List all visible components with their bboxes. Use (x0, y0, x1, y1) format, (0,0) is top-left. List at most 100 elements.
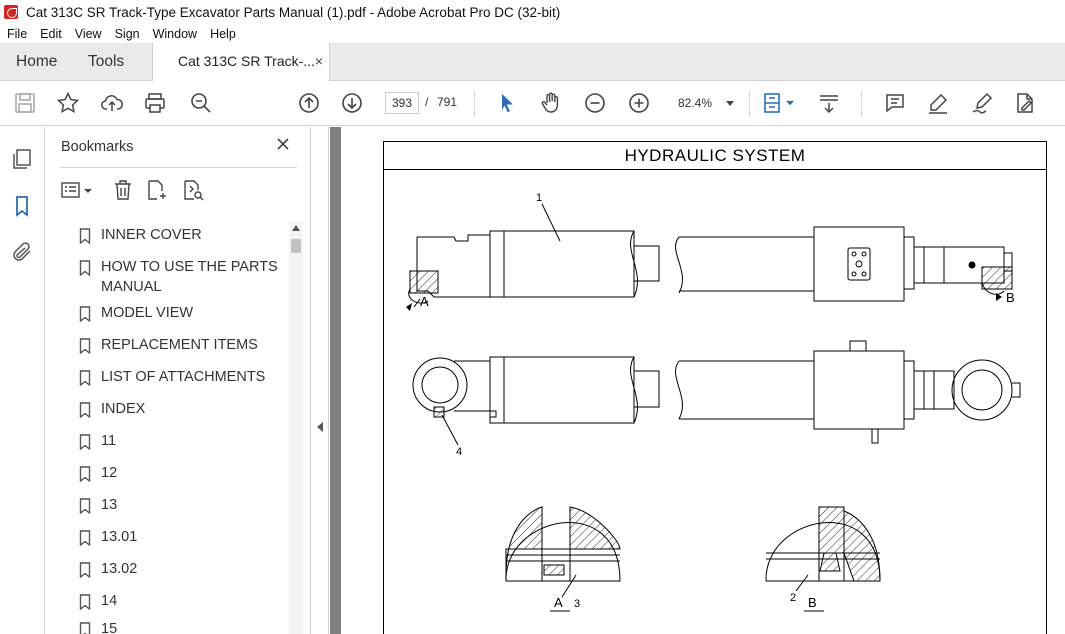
toolbar-divider (749, 91, 750, 116)
bookmark-icon (79, 338, 91, 354)
bookmark-icon (79, 402, 91, 418)
page-number-input[interactable]: 393 (385, 92, 419, 114)
title-bar: Cat 313C SR Track-Type Excavator Parts M… (0, 0, 1065, 24)
callout-4: 4 (456, 446, 462, 458)
zoom-search-icon[interactable] (189, 91, 213, 115)
callout-1: 1 (536, 192, 542, 204)
bookmark-icon (79, 466, 91, 482)
new-bookmark-icon[interactable] (145, 178, 169, 202)
bookmark-label: MODEL VIEW (101, 305, 194, 321)
bookmark-icon (79, 434, 91, 450)
bookmark-icon (79, 530, 91, 546)
tab-home[interactable]: Home (16, 43, 57, 80)
menu-view[interactable]: View (68, 27, 108, 41)
comment-icon[interactable] (883, 91, 907, 115)
previous-page-icon[interactable] (297, 91, 321, 115)
zoom-level-select[interactable]: 82.4% (670, 92, 742, 114)
menu-sign[interactable]: Sign (108, 27, 146, 41)
toolbar: 393 / 791 82.4% (0, 81, 1065, 126)
tab-bar: Home Tools Cat 313C SR Track-... × (0, 43, 1065, 81)
page-total: 791 (437, 95, 458, 109)
next-page-icon[interactable] (340, 91, 364, 115)
bookmark-icon (79, 498, 91, 514)
zoom-in-icon[interactable] (627, 91, 651, 115)
document-tab-label: Cat 313C SR Track-... (178, 53, 315, 69)
bookmark-options-icon[interactable] (60, 178, 96, 202)
highlight-pen-icon[interactable] (926, 91, 950, 115)
bookmark-icon (79, 260, 91, 276)
bookmark-icon (79, 370, 91, 386)
page-display-icon[interactable] (762, 91, 798, 115)
bookmarks-title: Bookmarks (61, 139, 134, 155)
upload-cloud-icon[interactable] (100, 91, 124, 115)
menu-window[interactable]: Window (146, 27, 203, 41)
bookmark-icon (79, 594, 91, 610)
find-bookmark-icon[interactable] (181, 178, 205, 202)
tab-document[interactable]: Cat 313C SR Track-... × (152, 43, 330, 81)
tab-tools[interactable]: Tools (88, 43, 124, 80)
detail-label-a: A (420, 294, 429, 309)
bookmark-label: INNER COVER (101, 227, 202, 243)
select-cursor-icon[interactable] (495, 91, 519, 115)
scroll-thumb[interactable] (291, 239, 301, 253)
bookmarks-divider (60, 167, 297, 168)
acrobat-icon (4, 5, 18, 19)
left-rail (0, 127, 45, 634)
menu-edit[interactable]: Edit (33, 27, 68, 41)
bookmark-label: REPLACEMENT ITEMS (101, 337, 258, 353)
section-label-a: A (554, 595, 563, 610)
collapse-arrow-icon[interactable] (317, 422, 323, 432)
bookmark-icon (79, 306, 91, 322)
bookmark-label: 15 (101, 621, 118, 634)
menu-file[interactable]: File (0, 27, 33, 41)
bookmark-label: HOW TO USE THE PARTS MANUAL (101, 259, 278, 295)
save-icon[interactable] (13, 91, 37, 115)
toolbar-divider (861, 91, 862, 116)
drawing-title: HYDRAULIC SYSTEM (384, 142, 1046, 170)
attachment-paperclip-icon[interactable] (10, 240, 34, 264)
detail-label-b: B (1006, 290, 1015, 305)
chevron-down-icon (726, 101, 734, 106)
drawing-frame: HYDRAULIC SYSTEM 1 4 3 2 A B A B (383, 141, 1047, 634)
bookmark-panel-icon[interactable] (10, 194, 34, 218)
bookmark-label: 13.01 (101, 529, 138, 545)
page-separator: / (425, 95, 429, 109)
star-icon[interactable] (56, 91, 80, 115)
callout-2: 2 (790, 592, 796, 604)
pdf-page: HYDRAULIC SYSTEM 1 4 3 2 A B A B (341, 127, 1065, 634)
hydraulic-cylinder-drawing: 1 4 3 2 A B A B (406, 192, 1021, 612)
bookmark-icon (79, 228, 91, 244)
bookmark-label: 12 (101, 465, 118, 481)
zoom-out-icon[interactable] (583, 91, 607, 115)
scroll-mode-icon[interactable] (817, 91, 841, 115)
bookmark-icon (79, 562, 91, 578)
close-panel-icon[interactable] (275, 136, 291, 152)
bookmark-label: 13 (101, 497, 118, 513)
bookmark-label: INDEX (101, 401, 146, 417)
share-edit-icon[interactable] (1013, 91, 1037, 115)
bookmark-label: 13.02 (101, 561, 138, 577)
page-thumbnails-icon[interactable] (10, 147, 34, 171)
document-view[interactable]: HYDRAULIC SYSTEM 1 4 3 2 A B A B (330, 127, 1065, 634)
scroll-up-icon[interactable] (292, 225, 300, 231)
hand-tool-icon[interactable] (539, 91, 563, 115)
bookmark-label: LIST OF ATTACHMENTS (101, 369, 266, 385)
menu-help[interactable]: Help (203, 27, 242, 41)
bookmarks-panel: Bookmarks INNER COVER HOW TO USE THE PAR… (46, 127, 311, 634)
section-label-b: B (808, 595, 817, 610)
bookmark-label: 11 (101, 433, 117, 449)
window-title: Cat 313C SR Track-Type Excavator Parts M… (26, 4, 561, 20)
bookmark-scrollbar[interactable] (289, 221, 303, 634)
menu-bar: File Edit View Sign Window Help (0, 24, 1065, 43)
bookmark-list: INNER COVER HOW TO USE THE PARTS MANUAL … (46, 221, 289, 634)
zoom-level-value: 82.4% (678, 96, 713, 110)
toolbar-divider (474, 91, 475, 116)
callout-3: 3 (574, 598, 580, 610)
close-tab-icon[interactable]: × (315, 53, 323, 69)
print-icon[interactable] (143, 91, 167, 115)
delete-bookmark-icon[interactable] (111, 178, 135, 202)
bookmark-label: 14 (101, 593, 118, 609)
bookmark-icon (79, 622, 91, 634)
sign-pen-icon[interactable] (970, 91, 994, 115)
panel-collapse-strip[interactable] (312, 127, 329, 634)
